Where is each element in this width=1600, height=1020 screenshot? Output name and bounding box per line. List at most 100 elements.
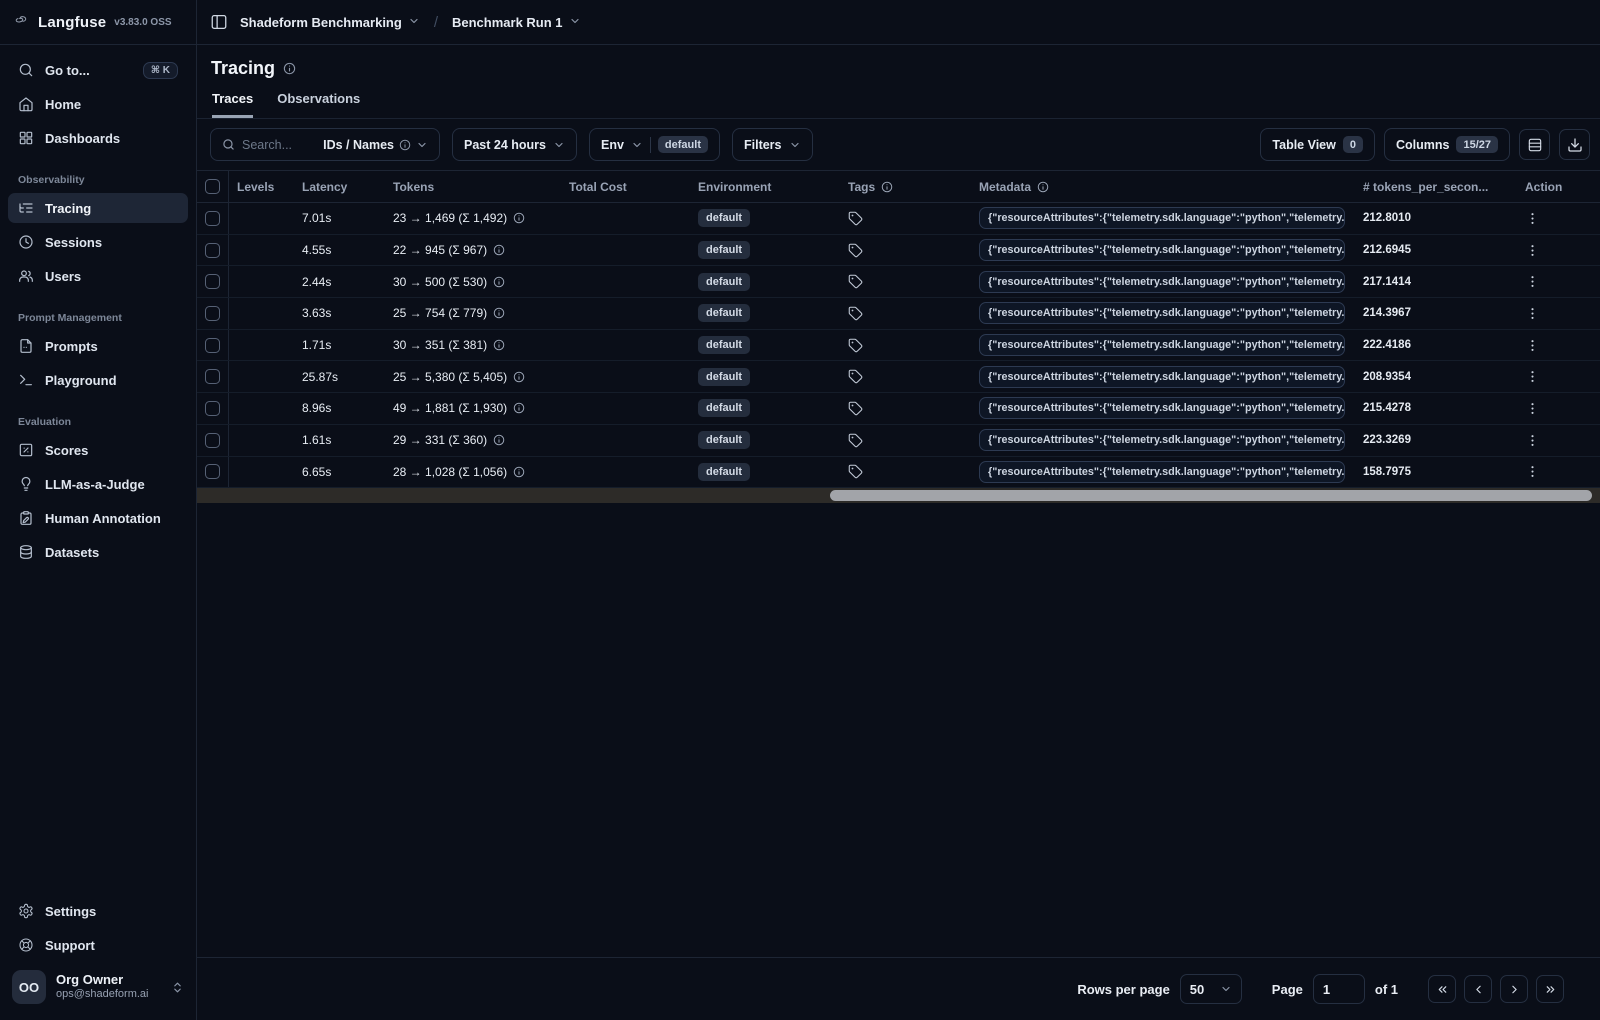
sidebar-item-dashboards[interactable]: Dashboards	[8, 123, 188, 153]
metadata-pill[interactable]: {"resourceAttributes":{"telemetry.sdk.la…	[979, 207, 1345, 230]
breadcrumb-project[interactable]: Benchmark Run 1	[452, 15, 581, 30]
breadcrumb-org[interactable]: Shadeform Benchmarking	[240, 15, 420, 30]
sidebar-item-scores[interactable]: Scores	[8, 435, 188, 465]
horizontal-scrollbar-thumb[interactable]	[830, 490, 1592, 502]
tags-cell[interactable]	[835, 243, 971, 258]
tab-traces[interactable]: Traces	[212, 91, 254, 118]
sidebar-item-goto[interactable]: Go to... ⌘ K	[8, 55, 188, 85]
tags-cell[interactable]	[835, 338, 971, 353]
sidebar-item-settings[interactable]: Settings	[8, 896, 188, 926]
table-row[interactable]: 4.55s 22 → 945 (Σ 967) default {"resourc…	[197, 234, 1600, 267]
row-checkbox[interactable]	[205, 369, 220, 385]
select-all-checkbox[interactable]	[205, 179, 220, 194]
row-actions-menu-button[interactable]	[1515, 306, 1540, 321]
row-actions-menu-button[interactable]	[1515, 369, 1540, 384]
columns-button[interactable]: Columns 15/27	[1383, 128, 1510, 161]
time-range-dropdown[interactable]: Past 24 hours	[452, 128, 577, 161]
rows-per-page-select[interactable]: 50	[1179, 974, 1242, 1004]
column-header-latency[interactable]: Latency	[289, 180, 385, 194]
environment-filter-dropdown[interactable]: Env default	[588, 128, 720, 161]
table-row[interactable]: 8.96s 49 → 1,881 (Σ 1,930) default {"res…	[197, 393, 1600, 425]
user-menu[interactable]: OO Org Owner ops@shadeform.ai	[12, 970, 184, 1004]
tags-cell[interactable]	[835, 369, 971, 384]
row-checkbox[interactable]	[205, 305, 220, 321]
row-actions-menu-button[interactable]	[1515, 433, 1540, 448]
search-input[interactable]: Search... IDs / Names	[210, 128, 440, 161]
row-checkbox[interactable]	[205, 274, 220, 290]
row-checkbox[interactable]	[205, 432, 220, 448]
sidebar-toggle-button[interactable]	[210, 13, 228, 31]
page-label: Page	[1271, 981, 1303, 997]
row-height-button[interactable]	[1519, 129, 1550, 160]
table-row[interactable]: 1.61s 29 → 331 (Σ 360) default {"resourc…	[197, 424, 1600, 457]
row-checkbox[interactable]	[205, 464, 220, 480]
sidebar-item-llm-as-a-judge[interactable]: LLM-as-a-Judge	[8, 469, 188, 499]
row-checkbox[interactable]	[205, 400, 220, 416]
metadata-pill[interactable]: {"resourceAttributes":{"telemetry.sdk.la…	[979, 302, 1345, 325]
table-row[interactable]: 25.87s 25 → 5,380 (Σ 5,405) default {"re…	[197, 361, 1600, 394]
table-row[interactable]: 6.65s 28 → 1,028 (Σ 1,056) default {"res…	[197, 456, 1600, 489]
tokens-value: 25 → 5,380 (Σ 5,405)	[393, 369, 508, 384]
sidebar-item-support[interactable]: Support	[8, 930, 188, 960]
next-page-button[interactable]	[1500, 975, 1528, 1003]
metadata-pill[interactable]: {"resourceAttributes":{"telemetry.sdk.la…	[979, 397, 1345, 420]
search-mode-dropdown[interactable]: IDs / Names	[323, 138, 428, 152]
chevron-down-icon	[416, 139, 428, 151]
metadata-pill[interactable]: {"resourceAttributes":{"telemetry.sdk.la…	[979, 334, 1345, 357]
tags-cell[interactable]	[835, 401, 971, 416]
table-row[interactable]: 7.01s 23 → 1,469 (Σ 1,492) default {"res…	[197, 203, 1600, 235]
tags-cell[interactable]	[835, 274, 971, 289]
table-header-row: Levels Latency Tokens Total Cost Environ…	[197, 171, 1600, 203]
tags-cell[interactable]	[835, 306, 971, 321]
filters-dropdown[interactable]: Filters	[731, 128, 813, 161]
horizontal-scrollbar-track[interactable]	[197, 488, 1600, 504]
tags-cell[interactable]	[835, 211, 971, 226]
row-actions-menu-button[interactable]	[1515, 211, 1540, 226]
sidebar-item-human-annotation[interactable]: Human Annotation	[8, 503, 188, 533]
previous-page-button[interactable]	[1464, 975, 1492, 1003]
metadata-pill[interactable]: {"resourceAttributes":{"telemetry.sdk.la…	[979, 429, 1345, 452]
action-cell	[1507, 401, 1600, 416]
tokens-per-second-cell: 217.1414	[1363, 275, 1411, 288]
column-header-tags[interactable]: Tags	[835, 180, 971, 194]
sidebar-item-datasets[interactable]: Datasets	[8, 537, 188, 567]
row-actions-menu-button[interactable]	[1515, 274, 1540, 289]
metadata-pill[interactable]: {"resourceAttributes":{"telemetry.sdk.la…	[979, 270, 1345, 293]
export-button[interactable]	[1559, 129, 1590, 160]
sidebar-item-playground[interactable]: Playground	[8, 365, 188, 395]
table-row[interactable]: 1.71s 30 → 351 (Σ 381) default {"resourc…	[197, 329, 1600, 362]
tab-observations[interactable]: Observations	[277, 91, 360, 118]
sidebar-item-tracing[interactable]: Tracing	[8, 193, 188, 223]
langfuse-logo-icon	[14, 12, 30, 33]
row-checkbox[interactable]	[205, 210, 220, 226]
action-cell	[1507, 243, 1600, 258]
row-actions-menu-button[interactable]	[1515, 243, 1540, 258]
column-header-levels[interactable]: Levels	[229, 180, 289, 194]
metadata-pill[interactable]: {"resourceAttributes":{"telemetry.sdk.la…	[979, 365, 1345, 388]
column-header-tokens[interactable]: Tokens	[385, 180, 561, 194]
column-header-environment[interactable]: Environment	[685, 180, 835, 194]
environment-cell: default	[685, 209, 835, 228]
row-actions-menu-button[interactable]	[1515, 338, 1540, 353]
page-number-input[interactable]	[1312, 974, 1365, 1004]
sidebar-item-users[interactable]: Users	[8, 261, 188, 291]
table-view-button[interactable]: Table View 0	[1260, 128, 1375, 161]
row-checkbox[interactable]	[205, 337, 220, 353]
column-header-tokens-per-second[interactable]: # tokens_per_secon...	[1355, 180, 1507, 194]
column-header-metadata[interactable]: Metadata	[971, 180, 1355, 194]
row-actions-menu-button[interactable]	[1515, 401, 1540, 416]
sidebar-item-home[interactable]: Home	[8, 89, 188, 119]
table-row[interactable]: 3.63s 25 → 754 (Σ 779) default {"resourc…	[197, 298, 1600, 330]
tags-cell[interactable]	[835, 433, 971, 448]
column-header-total-cost[interactable]: Total Cost	[561, 180, 685, 194]
tags-cell[interactable]	[835, 464, 971, 479]
table-row[interactable]: 2.44s 30 → 500 (Σ 530) default {"resourc…	[197, 266, 1600, 299]
first-page-button[interactable]	[1428, 975, 1456, 1003]
last-page-button[interactable]	[1536, 975, 1564, 1003]
metadata-pill[interactable]: {"resourceAttributes":{"telemetry.sdk.la…	[979, 460, 1345, 483]
sidebar-item-prompts[interactable]: Prompts	[8, 331, 188, 361]
row-checkbox[interactable]	[205, 242, 220, 258]
metadata-pill[interactable]: {"resourceAttributes":{"telemetry.sdk.la…	[979, 239, 1345, 262]
row-actions-menu-button[interactable]	[1515, 464, 1540, 479]
sidebar-item-sessions[interactable]: Sessions	[8, 227, 188, 257]
